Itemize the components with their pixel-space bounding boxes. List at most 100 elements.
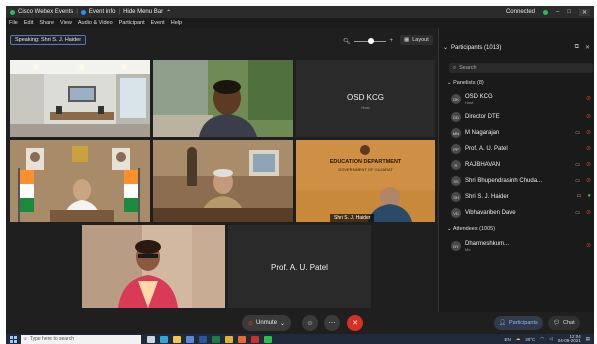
close-panel-icon[interactable]: ✕	[585, 44, 590, 51]
participant-row[interactable]: MN M Nagarajan ▭ ⊘	[451, 125, 591, 141]
menu-file[interactable]: File	[9, 20, 18, 26]
maximize-button[interactable]: □	[567, 9, 571, 15]
zoom-in-icon[interactable]: +	[389, 38, 393, 44]
video-tile-podium[interactable]	[10, 140, 150, 222]
weather-icon[interactable]: ☁	[516, 336, 521, 342]
video-tile-man-outdoors[interactable]	[153, 60, 293, 137]
camera-icon[interactable]: ▭	[575, 130, 580, 136]
chrome-icon[interactable]	[225, 335, 233, 343]
edge-icon[interactable]	[160, 335, 168, 343]
taskbar-search-placeholder: Type here to search	[29, 336, 75, 342]
camera-icon[interactable]: ▭	[577, 193, 582, 199]
avatar: DY	[451, 241, 461, 251]
panelists-group-header[interactable]: ⌄ Panelists (8)	[447, 80, 484, 86]
temperature[interactable]: 30°C	[525, 337, 535, 342]
podium-video	[10, 140, 150, 222]
video-tile-education-department[interactable]: EDUCATION DEPARTMENT GOVERNMENT OF GUJAR…	[296, 140, 435, 222]
participant-row[interactable]: VD Vibhavariben Dave ▭ ⊘	[451, 205, 591, 221]
wifi-icon[interactable]: ◠	[540, 336, 544, 342]
leave-meeting-button[interactable]: ✕	[347, 315, 363, 331]
menu-edit[interactable]: Edit	[24, 20, 33, 26]
menu-view[interactable]: View	[60, 20, 72, 26]
mic-muted-icon[interactable]: ⊘	[586, 209, 591, 216]
participant-row[interactable]: OK OSD KCG Host ⊘	[451, 91, 591, 107]
windows-taskbar: ⌕ Type here to search EN ☁ 30°C ◠ ◁ 12:0…	[6, 334, 594, 344]
mic-muted-icon[interactable]: ⊘	[586, 177, 591, 184]
word-icon[interactable]	[199, 335, 207, 343]
participant-row[interactable]: R RAJBHAVAN ▭ ⊘	[451, 157, 591, 173]
avatar: DD	[451, 112, 461, 122]
hide-menu-bar-button[interactable]: Hide Menu Bar	[123, 9, 163, 15]
webex-window: Cisco Webex Events | Event info | Hide M…	[6, 6, 594, 334]
tile-participant-name: Prof. A. U. Patel	[271, 263, 328, 272]
video-tile-woman[interactable]	[82, 225, 225, 308]
popout-icon[interactable]: ⧉	[575, 44, 579, 51]
attendees-title: Attendees (1005)	[452, 226, 496, 232]
statue-background-video	[153, 140, 293, 222]
speaking-indicator: Speaking: Shri S. J. Haider	[10, 35, 87, 45]
mic-muted-icon[interactable]: ⊘	[586, 242, 591, 249]
language-indicator[interactable]: EN	[504, 337, 510, 342]
file-explorer-icon[interactable]	[173, 335, 181, 343]
participant-row[interactable]: PP Prof. A. U. Patel ⊘	[451, 141, 591, 157]
chat-button[interactable]: 💬︎ Chat	[548, 316, 580, 330]
participant-row[interactable]: SH Shri S. J. Haider ▭ ●	[451, 189, 591, 205]
video-tile-osd-kcg[interactable]: OSD KCG Host	[296, 60, 435, 137]
participants-header[interactable]: ⌄ Participants (1013)	[443, 44, 501, 52]
participants-search-input[interactable]: ⌕ Search	[449, 63, 593, 73]
camera-icon[interactable]: ▭	[575, 162, 580, 168]
menu-participant[interactable]: Participant	[119, 20, 145, 26]
clock[interactable]: 12:04 04-09-2021	[558, 334, 581, 344]
taskbar-search-input[interactable]: ⌕ Type here to search	[21, 334, 141, 344]
windows-start-icon[interactable]	[10, 335, 17, 343]
participant-row[interactable]: DY Dharmeshkum... Me ⊘	[451, 238, 591, 254]
menu-event[interactable]: Event	[151, 20, 165, 26]
participant-role: Host	[465, 99, 474, 105]
participant-row[interactable]: DD Director DTE ⊘	[451, 109, 591, 125]
layout-button[interactable]: ▦ Layout	[400, 35, 433, 45]
chevron-down-icon[interactable]: ⌄	[443, 44, 448, 51]
camera-icon[interactable]: ▭	[575, 210, 580, 216]
close-window-button[interactable]: ✕	[578, 8, 590, 16]
store-icon[interactable]	[186, 335, 194, 343]
reactions-button[interactable]: ☺	[302, 315, 318, 331]
excel-icon[interactable]	[212, 335, 220, 343]
zoom-track[interactable]	[353, 37, 387, 44]
firefox-icon[interactable]	[238, 335, 246, 343]
chat-icon: 💬︎	[553, 320, 560, 326]
participant-row[interactable]: SS Shri Bhupendrasinh Chuda... ▭ ⊘	[451, 173, 591, 189]
menu-help[interactable]: Help	[171, 20, 182, 26]
participants-button[interactable]: 👤︎ Participants	[494, 316, 543, 330]
mic-muted-icon[interactable]: ⊘	[586, 129, 591, 136]
chevron-down-icon[interactable]: ⌄	[447, 226, 452, 232]
mic-muted-icon[interactable]: ⊘	[586, 161, 591, 168]
chevron-down-icon[interactable]: ⌄	[447, 80, 452, 86]
minimize-button[interactable]: –	[556, 9, 559, 15]
task-view-icon[interactable]	[147, 335, 155, 343]
mic-muted-icon[interactable]: ⊘	[586, 145, 591, 152]
notifications-icon[interactable]: ▤	[586, 336, 590, 342]
mic-muted-icon[interactable]: ⊘	[586, 95, 591, 102]
chevron-up-icon[interactable]: ⌃	[166, 9, 171, 16]
participant-status: ⊘	[586, 242, 591, 249]
zoom-out-icon[interactable]: 🔍︎	[343, 38, 351, 45]
camera-icon[interactable]: ▭	[575, 178, 580, 184]
man-outdoors-video	[153, 60, 293, 137]
mic-active-icon[interactable]: ●	[587, 193, 591, 199]
attendees-group-header[interactable]: ⌄ Attendees (1005)	[447, 226, 495, 232]
webex-taskbar-icon[interactable]	[264, 335, 272, 343]
event-info-link[interactable]: Event info	[89, 9, 116, 15]
unmute-button[interactable]: ⊘ Unmute ⌄	[242, 315, 292, 331]
volume-icon[interactable]: ◁	[549, 336, 552, 342]
video-tile-statue-background[interactable]	[153, 140, 293, 222]
video-zoom-slider[interactable]: 🔍︎ +	[343, 37, 393, 45]
acrobat-icon[interactable]	[251, 335, 259, 343]
menu-audio-video[interactable]: Audio & Video	[78, 20, 113, 26]
mic-muted-icon[interactable]: ⊘	[586, 113, 591, 120]
video-tile-conference-room[interactable]	[10, 60, 150, 137]
chevron-down-icon[interactable]: ⌄	[280, 320, 285, 327]
menu-share[interactable]: Share	[39, 20, 54, 26]
video-tile-prof-patel[interactable]: Prof. A. U. Patel	[228, 225, 371, 308]
zoom-knob[interactable]	[367, 37, 374, 44]
more-options-button[interactable]: ⋯	[324, 315, 340, 331]
